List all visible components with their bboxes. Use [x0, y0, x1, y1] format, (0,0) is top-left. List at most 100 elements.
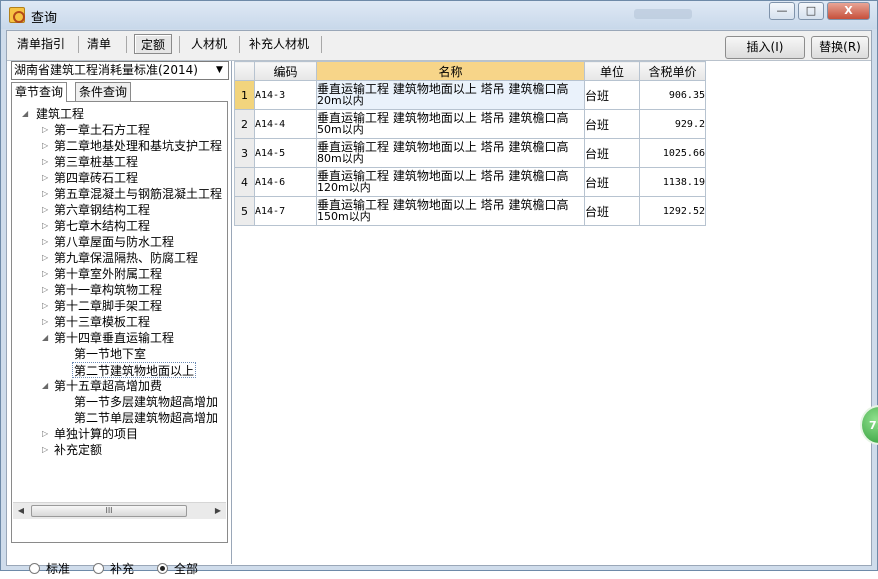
radio-dot-checked[interactable]: [157, 563, 168, 574]
insert-button[interactable]: 插入(I): [725, 36, 805, 59]
radio-dot[interactable]: [29, 563, 40, 574]
row-index[interactable]: 5: [234, 196, 255, 226]
tree-item[interactable]: 第一节地下室: [74, 346, 146, 362]
cell-code[interactable]: A14-5: [254, 138, 317, 168]
collapse-arrow-icon[interactable]: ◢: [42, 330, 52, 346]
collapse-arrow-icon[interactable]: ◢: [42, 378, 52, 394]
expand-arrow-icon[interactable]: ▷: [42, 138, 52, 154]
cell-unit[interactable]: 台班: [584, 196, 640, 226]
column-header-name[interactable]: 名称: [316, 61, 585, 81]
row-index[interactable]: 1: [234, 80, 255, 110]
chevron-down-icon[interactable]: ▼: [213, 63, 226, 78]
scroll-left-icon[interactable]: ◀: [15, 505, 27, 517]
cell-code[interactable]: A14-7: [254, 196, 317, 226]
subtab-condition-query[interactable]: 条件查询: [75, 82, 132, 101]
standard-select[interactable]: 湖南省建筑工程消耗量标准(2014) ▼: [11, 61, 229, 80]
cell-name[interactable]: 垂直运输工程 建筑物地面以上 塔吊 建筑檐口高 150m以内: [316, 196, 585, 226]
cell-name[interactable]: 垂直运输工程 建筑物地面以上 塔吊 建筑檐口高 20m以内: [316, 80, 585, 110]
tree-item[interactable]: 补充定额: [54, 442, 102, 458]
expand-arrow-icon[interactable]: ▷: [42, 234, 52, 250]
expand-arrow-icon[interactable]: ▷: [42, 266, 52, 282]
tree-item[interactable]: 第九章保温隔热、防腐工程: [54, 250, 198, 266]
tree-item[interactable]: 第一节多层建筑物超高增加: [74, 394, 218, 410]
row-index[interactable]: 4: [234, 167, 255, 197]
column-header-price[interactable]: 含税单价: [639, 61, 706, 81]
cell-name[interactable]: 垂直运输工程 建筑物地面以上 塔吊 建筑檐口高 50m以内: [316, 109, 585, 139]
tree-item[interactable]: 第十五章超高增加费: [54, 378, 162, 394]
cell-code[interactable]: A14-6: [254, 167, 317, 197]
maximize-button[interactable]: □: [798, 2, 824, 20]
scroll-right-icon[interactable]: ▶: [212, 505, 224, 517]
tree-item[interactable]: 第二章地基处理和基坑支护工程: [54, 138, 222, 154]
tree-root[interactable]: 建筑工程: [36, 106, 84, 122]
tree-item[interactable]: 第六章钢结构工程: [54, 202, 150, 218]
column-header-unit[interactable]: 单位: [584, 61, 640, 81]
tree-item[interactable]: 单独计算的项目: [54, 426, 138, 442]
row-index[interactable]: 3: [234, 138, 255, 168]
tree-item[interactable]: 第十一章构筑物工程: [54, 282, 162, 298]
expand-arrow-icon[interactable]: ▷: [42, 202, 52, 218]
cell-price[interactable]: 1025.66: [639, 138, 706, 168]
minimize-button[interactable]: —: [769, 2, 795, 20]
expand-arrow-icon[interactable]: ▷: [42, 218, 52, 234]
table-row[interactable]: 1 A14-3 垂直运输工程 建筑物地面以上 塔吊 建筑檐口高 20m以内 台班 …: [234, 80, 706, 110]
tree-item[interactable]: 第三章桩基工程: [54, 154, 138, 170]
radio-all[interactable]: 全部: [157, 561, 198, 577]
tree-item[interactable]: 第四章砖石工程: [54, 170, 138, 186]
title-bar[interactable]: 查询 — □ X: [1, 1, 877, 29]
cell-unit[interactable]: 台班: [584, 80, 640, 110]
tree-item[interactable]: 第一章土石方工程: [54, 122, 150, 138]
cell-price[interactable]: 1292.52: [639, 196, 706, 226]
tab-bill-guide[interactable]: 清单指引: [11, 34, 71, 54]
radio-supplement[interactable]: 补充: [93, 561, 134, 577]
close-button[interactable]: X: [827, 2, 870, 20]
radio-standard[interactable]: 标准: [29, 561, 70, 577]
cell-price[interactable]: 929.2: [639, 109, 706, 139]
expand-arrow-icon[interactable]: ▷: [42, 122, 52, 138]
expand-arrow-icon[interactable]: ▷: [42, 314, 52, 330]
scroll-thumb[interactable]: III: [31, 505, 187, 517]
tab-quota[interactable]: 定额: [134, 34, 173, 54]
expand-arrow-icon[interactable]: ▷: [42, 170, 52, 186]
expand-arrow-icon[interactable]: ▷: [42, 282, 52, 298]
tab-bill[interactable]: 清单: [81, 34, 117, 54]
tree-item[interactable]: 第十二章脚手架工程: [54, 298, 162, 314]
collapse-arrow-icon[interactable]: ◢: [22, 106, 32, 122]
expand-arrow-icon[interactable]: ▷: [42, 186, 52, 202]
table-row[interactable]: 4 A14-6 垂直运输工程 建筑物地面以上 塔吊 建筑檐口高 120m以内 台班…: [234, 167, 706, 197]
tree-item-selected[interactable]: 第二节建筑物地面以上: [72, 362, 197, 378]
table-row[interactable]: 2 A14-4 垂直运输工程 建筑物地面以上 塔吊 建筑檐口高 50m以内 台班 …: [234, 109, 706, 139]
cell-unit[interactable]: 台班: [584, 167, 640, 197]
cell-unit[interactable]: 台班: [584, 109, 640, 139]
expand-arrow-icon[interactable]: ▷: [42, 426, 52, 442]
expand-arrow-icon[interactable]: ▷: [42, 298, 52, 314]
name-line: 80m以内: [317, 152, 364, 165]
cell-unit[interactable]: 台班: [584, 138, 640, 168]
tree-item[interactable]: 第五章混凝土与钢筋混凝土工程: [54, 186, 222, 202]
tree-item[interactable]: 第七章木结构工程: [54, 218, 150, 234]
cell-code[interactable]: A14-3: [254, 80, 317, 110]
tree-item[interactable]: 第十章室外附属工程: [54, 266, 162, 282]
tree-item[interactable]: 第二节单层建筑物超高增加: [74, 410, 218, 426]
cell-name[interactable]: 垂直运输工程 建筑物地面以上 塔吊 建筑檐口高 80m以内: [316, 138, 585, 168]
row-index[interactable]: 2: [234, 109, 255, 139]
cell-price[interactable]: 1138.19: [639, 167, 706, 197]
table-row[interactable]: 5 A14-7 垂直运输工程 建筑物地面以上 塔吊 建筑檐口高 150m以内 台班…: [234, 196, 706, 226]
cell-code[interactable]: A14-4: [254, 109, 317, 139]
cell-price[interactable]: 906.35: [639, 80, 706, 110]
expand-arrow-icon[interactable]: ▷: [42, 250, 52, 266]
subtab-chapter-query[interactable]: 章节查询: [11, 82, 68, 102]
tree-item[interactable]: 第十三章模板工程: [54, 314, 150, 330]
tab-labor-material-machine[interactable]: 人材机: [185, 34, 233, 54]
expand-arrow-icon[interactable]: ▷: [42, 442, 52, 458]
tab-supplement-lmm[interactable]: 补充人材机: [243, 34, 315, 54]
tree-item[interactable]: 第八章屋面与防水工程: [54, 234, 174, 250]
tree-item[interactable]: 第十四章垂直运输工程: [54, 330, 174, 346]
table-row[interactable]: 3 A14-5 垂直运输工程 建筑物地面以上 塔吊 建筑檐口高 80m以内 台班 …: [234, 138, 706, 168]
expand-arrow-icon[interactable]: ▷: [42, 154, 52, 170]
replace-button[interactable]: 替换(R): [811, 36, 869, 59]
radio-dot[interactable]: [93, 563, 104, 574]
column-header-code[interactable]: 编码: [254, 61, 317, 81]
horizontal-scrollbar[interactable]: ◀ III ▶: [13, 502, 226, 519]
cell-name[interactable]: 垂直运输工程 建筑物地面以上 塔吊 建筑檐口高 120m以内: [316, 167, 585, 197]
